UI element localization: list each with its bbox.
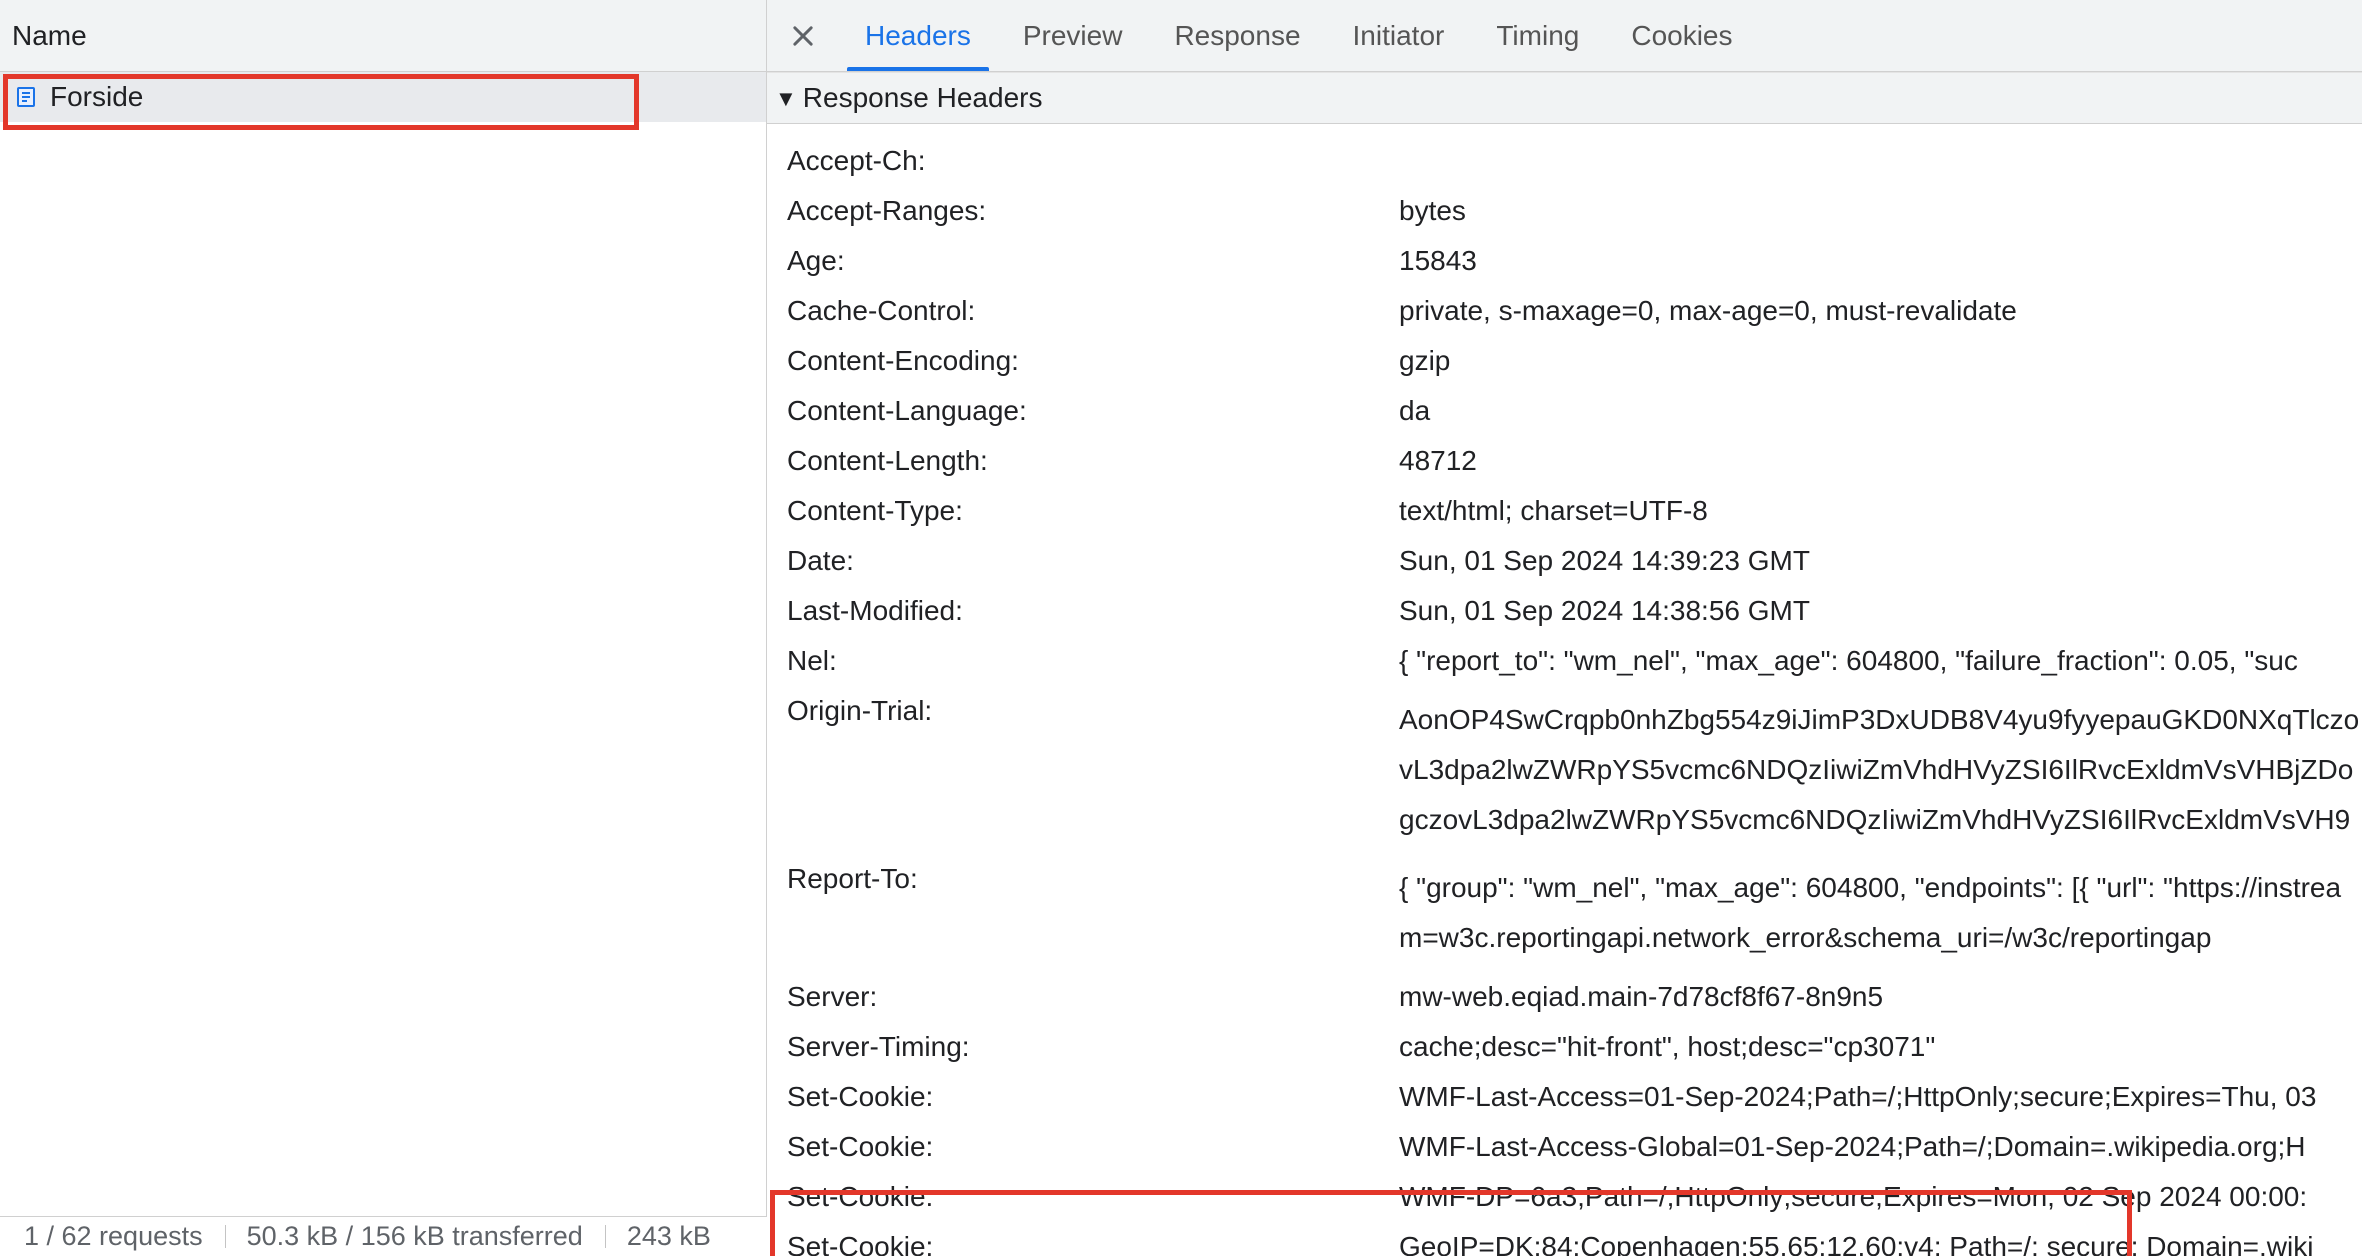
header-row[interactable]: Cache-Control:private, s-maxage=0, max-a…	[767, 286, 2362, 336]
tab-initiator[interactable]: Initiator	[1327, 0, 1471, 71]
header-value: mw-web.eqiad.main-7d78cf8f67-8n9n5	[1399, 981, 2362, 1013]
status-bar: 1 / 62 requests 50.3 kB / 156 kB transfe…	[0, 1216, 767, 1256]
header-value: text/html; charset=UTF-8	[1399, 495, 2362, 527]
header-key: Nel:	[787, 645, 1399, 677]
header-key: Last-Modified:	[787, 595, 1399, 627]
header-key: Origin-Trial:	[787, 695, 1399, 727]
header-key: Content-Encoding:	[787, 345, 1399, 377]
header-row[interactable]: Accept-Ch:	[767, 136, 2362, 186]
request-list: Forside	[0, 72, 766, 1256]
header-value: private, s-maxage=0, max-age=0, must-rev…	[1399, 295, 2362, 327]
header-row[interactable]: Server:mw-web.eqiad.main-7d78cf8f67-8n9n…	[767, 972, 2362, 1022]
header-value: Sun, 01 Sep 2024 14:39:23 GMT	[1399, 545, 2362, 577]
section-title-text: Response Headers	[803, 82, 1043, 114]
header-key: Age:	[787, 245, 1399, 277]
column-header-name: Name	[12, 20, 87, 52]
header-row[interactable]: Report-To:{ "group": "wm_nel", "max_age"…	[767, 854, 2362, 972]
header-value: { "report_to": "wm_nel", "max_age": 6048…	[1399, 645, 2362, 677]
tab-preview[interactable]: Preview	[997, 0, 1149, 71]
tab-timing[interactable]: Timing	[1470, 0, 1605, 71]
header-key: Set-Cookie:	[787, 1131, 1399, 1163]
header-key: Server:	[787, 981, 1399, 1013]
tab-cookies[interactable]: Cookies	[1605, 0, 1758, 71]
status-requests: 1 / 62 requests	[24, 1221, 225, 1252]
header-value: bytes	[1399, 195, 2362, 227]
disclosure-triangle-icon: ▼	[775, 88, 797, 110]
header-row[interactable]: Set-Cookie:WMF-DP=6a3;Path=/;HttpOnly;se…	[767, 1172, 2362, 1222]
tab-headers[interactable]: Headers	[839, 0, 997, 71]
headers-detail-panel: Headers Preview Response Initiator Timin…	[767, 0, 2362, 1256]
header-key: Content-Type:	[787, 495, 1399, 527]
header-row[interactable]: Server-Timing:cache;desc="hit-front", ho…	[767, 1022, 2362, 1072]
header-value: { "group": "wm_nel", "max_age": 604800, …	[1399, 863, 2362, 963]
header-key: Set-Cookie:	[787, 1231, 1399, 1256]
header-row[interactable]: Age:15843	[767, 236, 2362, 286]
header-key: Server-Timing:	[787, 1031, 1399, 1063]
request-list-header[interactable]: Name	[0, 0, 766, 72]
status-transferred: 50.3 kB / 156 kB transferred	[225, 1221, 605, 1252]
header-key: Report-To:	[787, 863, 1399, 895]
header-key: Date:	[787, 545, 1399, 577]
header-value: da	[1399, 395, 2362, 427]
header-row[interactable]: Last-Modified:Sun, 01 Sep 2024 14:38:56 …	[767, 586, 2362, 636]
header-value: AonOP4SwCrqpb0nhZbg554z9iJimP3DxUDB8V4yu…	[1399, 695, 2362, 845]
header-key: Set-Cookie:	[787, 1081, 1399, 1113]
document-icon	[14, 85, 38, 109]
header-value: 15843	[1399, 245, 2362, 277]
close-button[interactable]	[767, 0, 839, 71]
header-row[interactable]: Accept-Ranges:bytes	[767, 186, 2362, 236]
header-row[interactable]: Set-Cookie:GeoIP=DK:84:Copenhagen:55.65:…	[767, 1222, 2362, 1256]
header-row[interactable]: Content-Language:da	[767, 386, 2362, 436]
request-list-panel: Name Forside 1 / 62 requests 50.3 kB / 1…	[0, 0, 767, 1256]
devtools-network-panel: Name Forside 1 / 62 requests 50.3 kB / 1…	[0, 0, 2362, 1256]
header-value: WMF-DP=6a3;Path=/;HttpOnly;secure;Expire…	[1399, 1181, 2362, 1213]
header-value: 48712	[1399, 445, 2362, 477]
response-headers-section[interactable]: ▼ Response Headers	[767, 72, 2362, 124]
header-key: Cache-Control:	[787, 295, 1399, 327]
header-key: Accept-Ranges:	[787, 195, 1399, 227]
tab-response[interactable]: Response	[1148, 0, 1326, 71]
header-key: Content-Length:	[787, 445, 1399, 477]
detail-tabs: Headers Preview Response Initiator Timin…	[767, 0, 2362, 72]
header-value: GeoIP=DK:84:Copenhagen:55.65:12.60:v4; P…	[1399, 1231, 2362, 1256]
header-key: Accept-Ch:	[787, 145, 1399, 177]
header-value: WMF-Last-Access-Global=01-Sep-2024;Path=…	[1399, 1131, 2362, 1163]
header-row[interactable]: Date:Sun, 01 Sep 2024 14:39:23 GMT	[767, 536, 2362, 586]
header-row[interactable]: Origin-Trial:AonOP4SwCrqpb0nhZbg554z9iJi…	[767, 686, 2362, 854]
header-value: Sun, 01 Sep 2024 14:38:56 GMT	[1399, 595, 2362, 627]
header-row[interactable]: Content-Encoding:gzip	[767, 336, 2362, 386]
header-value: cache;desc="hit-front", host;desc="cp307…	[1399, 1031, 2362, 1063]
header-row[interactable]: Content-Length:48712	[767, 436, 2362, 486]
request-name: Forside	[50, 81, 143, 113]
header-row[interactable]: Content-Type:text/html; charset=UTF-8	[767, 486, 2362, 536]
header-value: gzip	[1399, 345, 2362, 377]
header-key: Content-Language:	[787, 395, 1399, 427]
request-row-selected[interactable]: Forside	[0, 72, 766, 122]
header-row[interactable]: Set-Cookie:WMF-Last-Access-Global=01-Sep…	[767, 1122, 2362, 1172]
header-value: WMF-Last-Access=01-Sep-2024;Path=/;HttpO…	[1399, 1081, 2362, 1113]
header-row[interactable]: Set-Cookie:WMF-Last-Access=01-Sep-2024;P…	[767, 1072, 2362, 1122]
status-resources: 243 kB	[605, 1221, 733, 1252]
header-row[interactable]: Nel:{ "report_to": "wm_nel", "max_age": …	[767, 636, 2362, 686]
headers-list: Accept-Ch:Accept-Ranges:bytesAge:15843Ca…	[767, 124, 2362, 1256]
header-key: Set-Cookie:	[787, 1181, 1399, 1213]
